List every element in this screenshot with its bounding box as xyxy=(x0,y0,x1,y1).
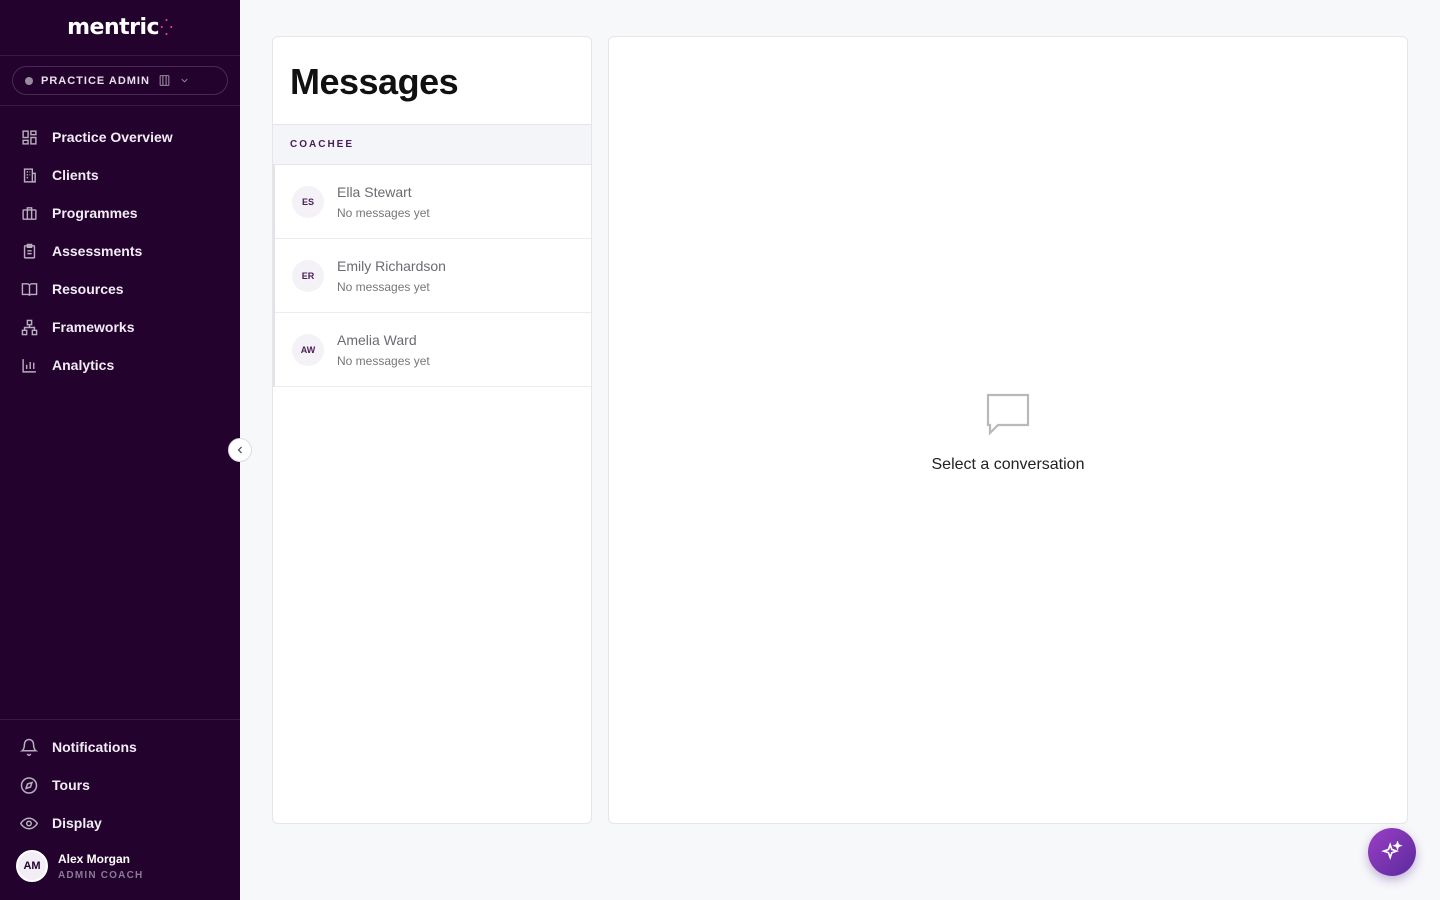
messages-panel: Messages COACHEE ES Ella Stewart No mess… xyxy=(272,36,592,824)
conversation-info: Ella Stewart No messages yet xyxy=(337,184,430,220)
sidebar-item-label: Frameworks xyxy=(52,319,135,335)
building-icon xyxy=(20,166,38,184)
avatar: AM xyxy=(16,850,48,882)
role-status-dot xyxy=(25,76,33,85)
conversation-preview: No messages yet xyxy=(337,279,430,294)
sidebar-item-tours[interactable]: Tours xyxy=(0,766,240,804)
conversation-item[interactable]: AW Amelia Ward No messages yet xyxy=(275,313,591,387)
avatar: ER xyxy=(292,259,324,292)
conversation-name: Amelia Ward xyxy=(337,331,417,348)
chevron-down-icon xyxy=(179,75,190,86)
ai-assistant-button[interactable] xyxy=(1368,828,1416,876)
sidebar-item-clients[interactable]: Clients xyxy=(0,156,240,194)
user-profile[interactable]: AM Alex Morgan ADMIN COACH xyxy=(0,842,240,900)
collapse-sidebar-button[interactable] xyxy=(228,438,252,462)
avatar: ES xyxy=(292,185,324,218)
chevron-left-icon xyxy=(234,444,246,456)
sidebar-item-label: Programmes xyxy=(52,205,138,221)
sidebar-item-label: Practice Overview xyxy=(52,129,173,145)
sidebar-item-label: Resources xyxy=(52,281,124,297)
avatar: AW xyxy=(292,333,324,366)
clipboard-icon xyxy=(20,242,38,260)
user-info: Alex Morgan ADMIN COACH xyxy=(58,852,143,881)
sparkles-icon xyxy=(1381,841,1403,863)
sidebar-item-display[interactable]: Display xyxy=(0,804,240,842)
sidebar-item-label: Notifications xyxy=(52,739,137,755)
user-name: Alex Morgan xyxy=(58,851,131,866)
logo-mark-icon: ⁛ xyxy=(160,19,173,37)
sidebar-item-notifications[interactable]: Notifications xyxy=(0,728,240,766)
sidebar-item-resources[interactable]: Resources xyxy=(0,270,240,308)
page-title: Messages xyxy=(273,37,591,125)
sidebar-item-label: Analytics xyxy=(52,357,115,373)
conversation-info: Amelia Ward No messages yet xyxy=(337,332,430,368)
conversation-preview: No messages yet xyxy=(337,353,430,368)
logo-text: mentric xyxy=(67,15,160,40)
role-switcher-wrap: PRACTICE ADMIN xyxy=(0,56,240,106)
conversation-name: Emily Richardson xyxy=(337,257,446,274)
sidebar-item-label: Tours xyxy=(52,777,90,793)
conversation-preview: No messages yet xyxy=(337,205,430,220)
bar-chart-icon xyxy=(20,356,38,374)
logo[interactable]: mentric ⁛ xyxy=(0,0,240,56)
section-header-coachee: COACHEE xyxy=(273,125,591,165)
sidebar-item-assessments[interactable]: Assessments xyxy=(0,232,240,270)
briefcase-icon xyxy=(20,204,38,222)
sidebar-item-programmes[interactable]: Programmes xyxy=(0,194,240,232)
sidebar-nav: Practice Overview Clients Programmes Ass… xyxy=(0,106,240,384)
conversation-info: Emily Richardson No messages yet xyxy=(337,258,446,294)
sidebar-item-analytics[interactable]: Analytics xyxy=(0,346,240,384)
sidebar: mentric ⁛ PRACTICE ADMIN Practice Overvie… xyxy=(0,0,240,900)
conversation-list: ES Ella Stewart No messages yet ER Emily… xyxy=(273,165,591,387)
hierarchy-icon xyxy=(20,318,38,336)
conversation-item[interactable]: ER Emily Richardson No messages yet xyxy=(275,239,591,313)
grid-icon xyxy=(20,128,38,146)
book-icon xyxy=(20,280,38,298)
sidebar-bottom: Notifications Tours Display AM Alex Morg… xyxy=(0,719,240,900)
sidebar-item-label: Clients xyxy=(52,167,99,183)
sidebar-item-label: Display xyxy=(52,815,102,831)
conversation-name: Ella Stewart xyxy=(337,183,412,200)
empty-state: Select a conversation xyxy=(609,391,1407,474)
bell-icon xyxy=(20,738,38,756)
role-label: PRACTICE ADMIN xyxy=(41,74,150,87)
building-icon xyxy=(158,74,171,87)
empty-state-text: Select a conversation xyxy=(931,456,1085,473)
conversation-item[interactable]: ES Ella Stewart No messages yet xyxy=(275,165,591,239)
sidebar-item-frameworks[interactable]: Frameworks xyxy=(0,308,240,346)
role-switcher[interactable]: PRACTICE ADMIN xyxy=(12,66,228,95)
eye-icon xyxy=(20,814,38,832)
sidebar-item-label: Assessments xyxy=(52,243,143,259)
conversation-panel: Select a conversation xyxy=(608,36,1408,824)
compass-icon xyxy=(20,776,38,794)
sidebar-item-practice-overview[interactable]: Practice Overview xyxy=(0,118,240,156)
user-role: ADMIN COACH xyxy=(58,869,144,881)
chat-bubble-icon xyxy=(984,391,1032,442)
